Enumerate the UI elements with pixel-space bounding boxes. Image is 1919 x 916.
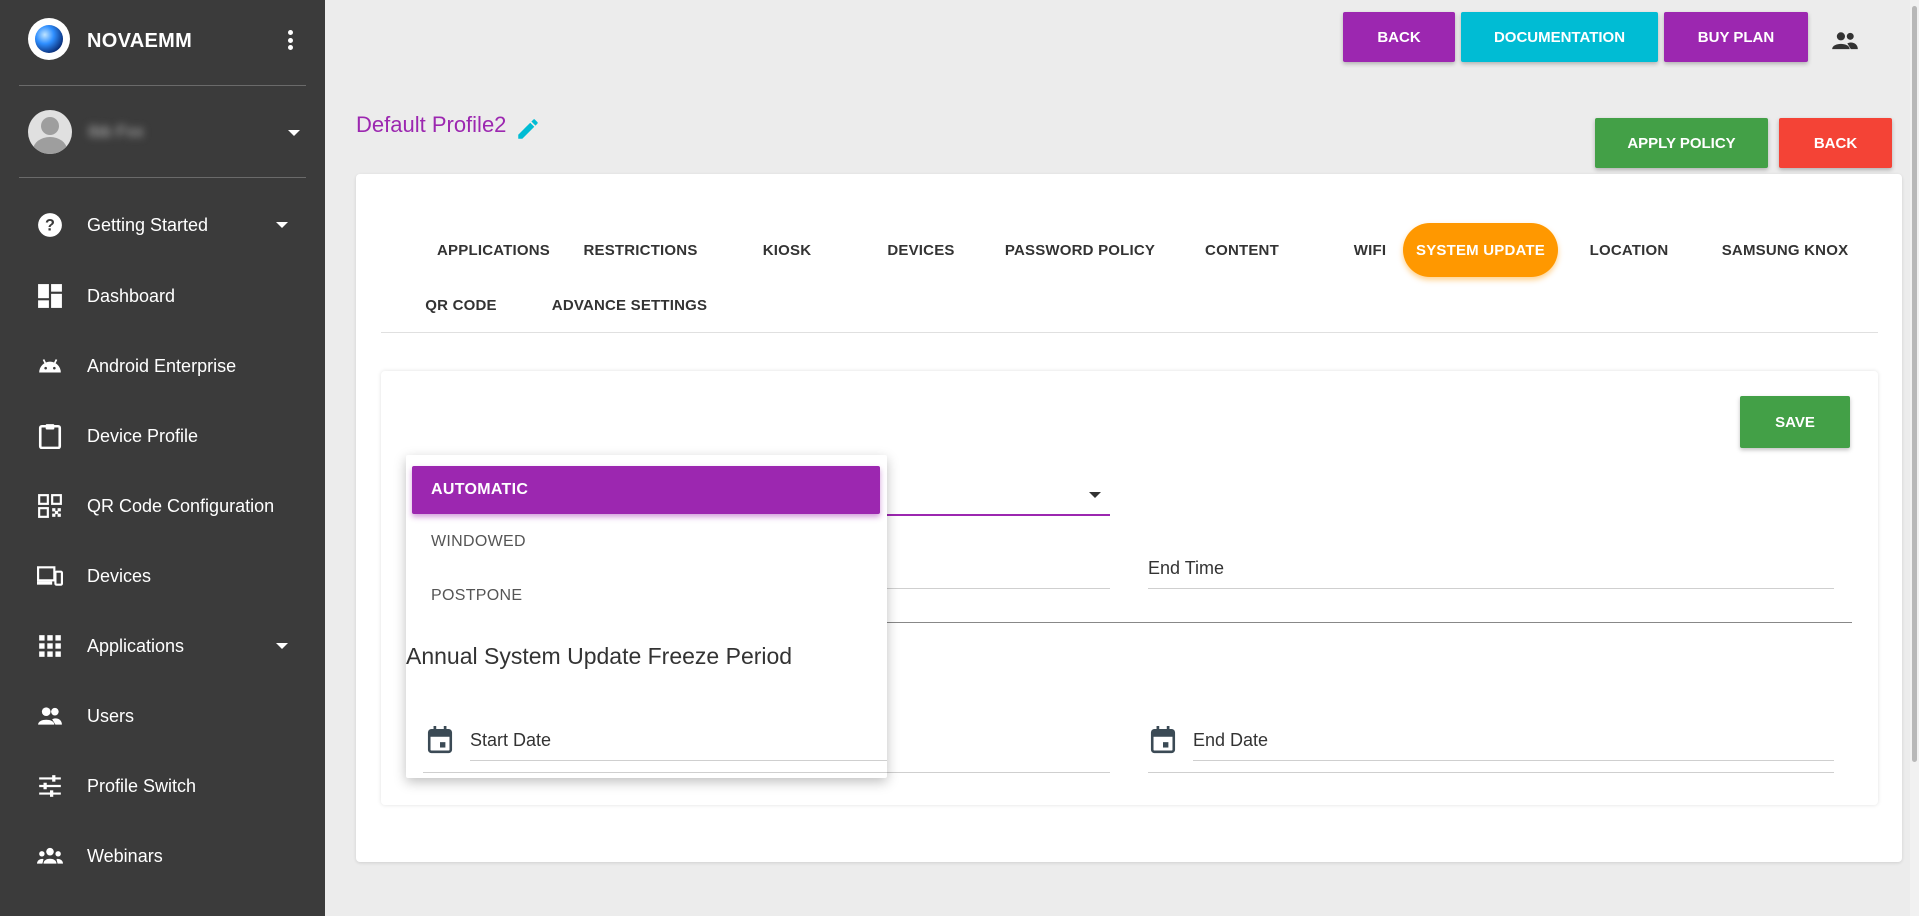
calendar-icon[interactable] <box>427 726 453 754</box>
tab-applications[interactable]: APPLICATIONS <box>410 223 577 277</box>
dropdown-option-automatic[interactable]: AUTOMATIC <box>412 466 880 514</box>
profile-title: Default Profile2 <box>356 112 507 137</box>
dropdown-option-label: WINDOWED <box>431 533 526 550</box>
sidebar-item-qr-code-configuration[interactable]: QR Code Configuration <box>0 478 325 534</box>
calendar-icon[interactable] <box>1150 726 1176 754</box>
apps-grid-icon <box>39 635 61 657</box>
buy-plan-button[interactable]: BUY PLAN <box>1664 12 1808 62</box>
tab-advance-settings[interactable]: ADVANCE SETTINGS <box>537 278 722 332</box>
tab-restrictions[interactable]: RESTRICTIONS <box>567 223 714 277</box>
sidebar-item-label: Users <box>87 706 135 726</box>
brand: NOVAEMM <box>28 18 300 66</box>
sidebar-item-webinars[interactable]: Webinars <box>0 828 325 884</box>
android-icon <box>39 359 61 373</box>
sidebar-item-label: Applications <box>87 636 185 656</box>
scrollbar-thumb[interactable] <box>1912 6 1917 762</box>
help-circle-icon: ? <box>38 213 62 237</box>
sidebar-item-devices[interactable]: Devices <box>0 548 325 604</box>
dashboard-icon <box>38 284 62 308</box>
user-menu[interactable]: Ibb Fxx <box>28 110 300 156</box>
sidebar-item-label: Device Profile <box>87 426 199 446</box>
sidebar-item-applications[interactable]: Applications <box>0 618 325 674</box>
tune-icon <box>39 775 61 797</box>
sidebar-item-label: Profile Switch <box>87 776 197 796</box>
time-window-divider <box>887 622 1852 623</box>
sidebar-item-dashboard[interactable]: Dashboard <box>0 268 325 324</box>
chevron-down-icon <box>288 130 300 136</box>
end-date-field[interactable]: End Date <box>1193 730 1268 751</box>
sidebar-item-getting-started[interactable]: ? Getting Started <box>0 197 325 253</box>
sidebar-item-label: Dashboard <box>87 286 176 306</box>
start-date-outer-underline <box>423 772 887 773</box>
dropdown-option-windowed[interactable]: WINDOWED <box>406 518 887 566</box>
save-button[interactable]: SAVE <box>1740 396 1850 448</box>
tabs-divider <box>381 332 1878 333</box>
tab-devices[interactable]: DEVICES <box>856 223 986 277</box>
start-date-field-underline <box>470 760 887 761</box>
sidebar-item-label: Devices <box>87 566 152 586</box>
dropdown-option-label: AUTOMATIC <box>431 481 529 498</box>
sidebar-item-label: Android Enterprise <box>87 356 237 376</box>
tab-qr-code[interactable]: QR CODE <box>406 278 516 332</box>
clipboard-icon <box>38 424 62 449</box>
freeze-period-heading: Annual System Update Freeze Period <box>406 643 793 669</box>
tab-system-update[interactable]: SYSTEM UPDATE <box>1403 223 1558 277</box>
end-time-field-underline <box>1148 588 1834 589</box>
end-date-field-underline <box>1193 760 1834 761</box>
dropdown-option-label: POSTPONE <box>431 587 523 604</box>
sidebar-item-users[interactable]: Users <box>0 688 325 744</box>
update-type-dropdown-menu: AUTOMATIC WINDOWED POSTPONE Annual Syste… <box>406 455 887 778</box>
page-scrollbar[interactable] <box>1910 0 1919 916</box>
sidebar-item-android-enterprise[interactable]: Android Enterprise <box>0 338 325 394</box>
sidebar-item-device-profile[interactable]: Device Profile <box>0 408 325 464</box>
chevron-down-icon <box>276 222 288 228</box>
chevron-down-icon <box>276 643 288 649</box>
dropdown-arrow-icon[interactable] <box>1089 492 1101 498</box>
end-date-outer-underline <box>1148 772 1834 773</box>
sidebar-item-label: Getting Started <box>87 215 209 235</box>
more-vert-icon[interactable] <box>280 28 300 52</box>
update-type-select-underline <box>887 514 1110 516</box>
sidebar-divider <box>19 177 306 178</box>
brand-name: NOVAEMM <box>87 30 193 52</box>
qr-code-icon <box>38 494 62 518</box>
sidebar-divider <box>19 85 306 86</box>
tab-samsung-knox[interactable]: SAMSUNG KNOX <box>1700 223 1870 277</box>
tab-content[interactable]: CONTENT <box>1172 223 1312 277</box>
sidebar-item-label: Webinars <box>87 846 163 866</box>
user-name: Ibb Fxx <box>88 122 144 141</box>
svg-text:?: ? <box>45 216 55 234</box>
devices-icon <box>37 566 63 586</box>
tab-password-policy[interactable]: PASSWORD POLICY <box>977 223 1183 277</box>
users-icon <box>38 707 62 725</box>
sidebar-item-label: QR Code Configuration <box>87 496 275 516</box>
sidebar: NOVAEMM Ibb Fxx ? Getting Started Dashbo… <box>0 0 325 916</box>
header-back-button[interactable]: BACK <box>1343 12 1455 62</box>
edit-pencil-icon[interactable] <box>515 116 541 142</box>
tab-kiosk[interactable]: KIOSK <box>732 223 842 277</box>
sidebar-item-profile-switch[interactable]: Profile Switch <box>0 758 325 814</box>
group-icon <box>37 847 63 864</box>
start-date-field[interactable]: Start Date <box>470 730 551 751</box>
documentation-button[interactable]: DOCUMENTATION <box>1461 12 1658 62</box>
end-time-field[interactable]: End Time <box>1148 558 1224 579</box>
profile-back-button[interactable]: BACK <box>1779 118 1892 168</box>
account-users-icon[interactable] <box>1831 30 1859 52</box>
start-time-field-underline <box>887 588 1110 589</box>
brand-logo-icon <box>28 18 70 60</box>
tab-location[interactable]: LOCATION <box>1570 223 1688 277</box>
apply-policy-button[interactable]: APPLY POLICY <box>1595 118 1768 168</box>
start-date-field-underline-extension <box>887 772 1110 773</box>
avatar <box>28 110 72 154</box>
dropdown-option-postpone[interactable]: POSTPONE <box>406 572 887 620</box>
